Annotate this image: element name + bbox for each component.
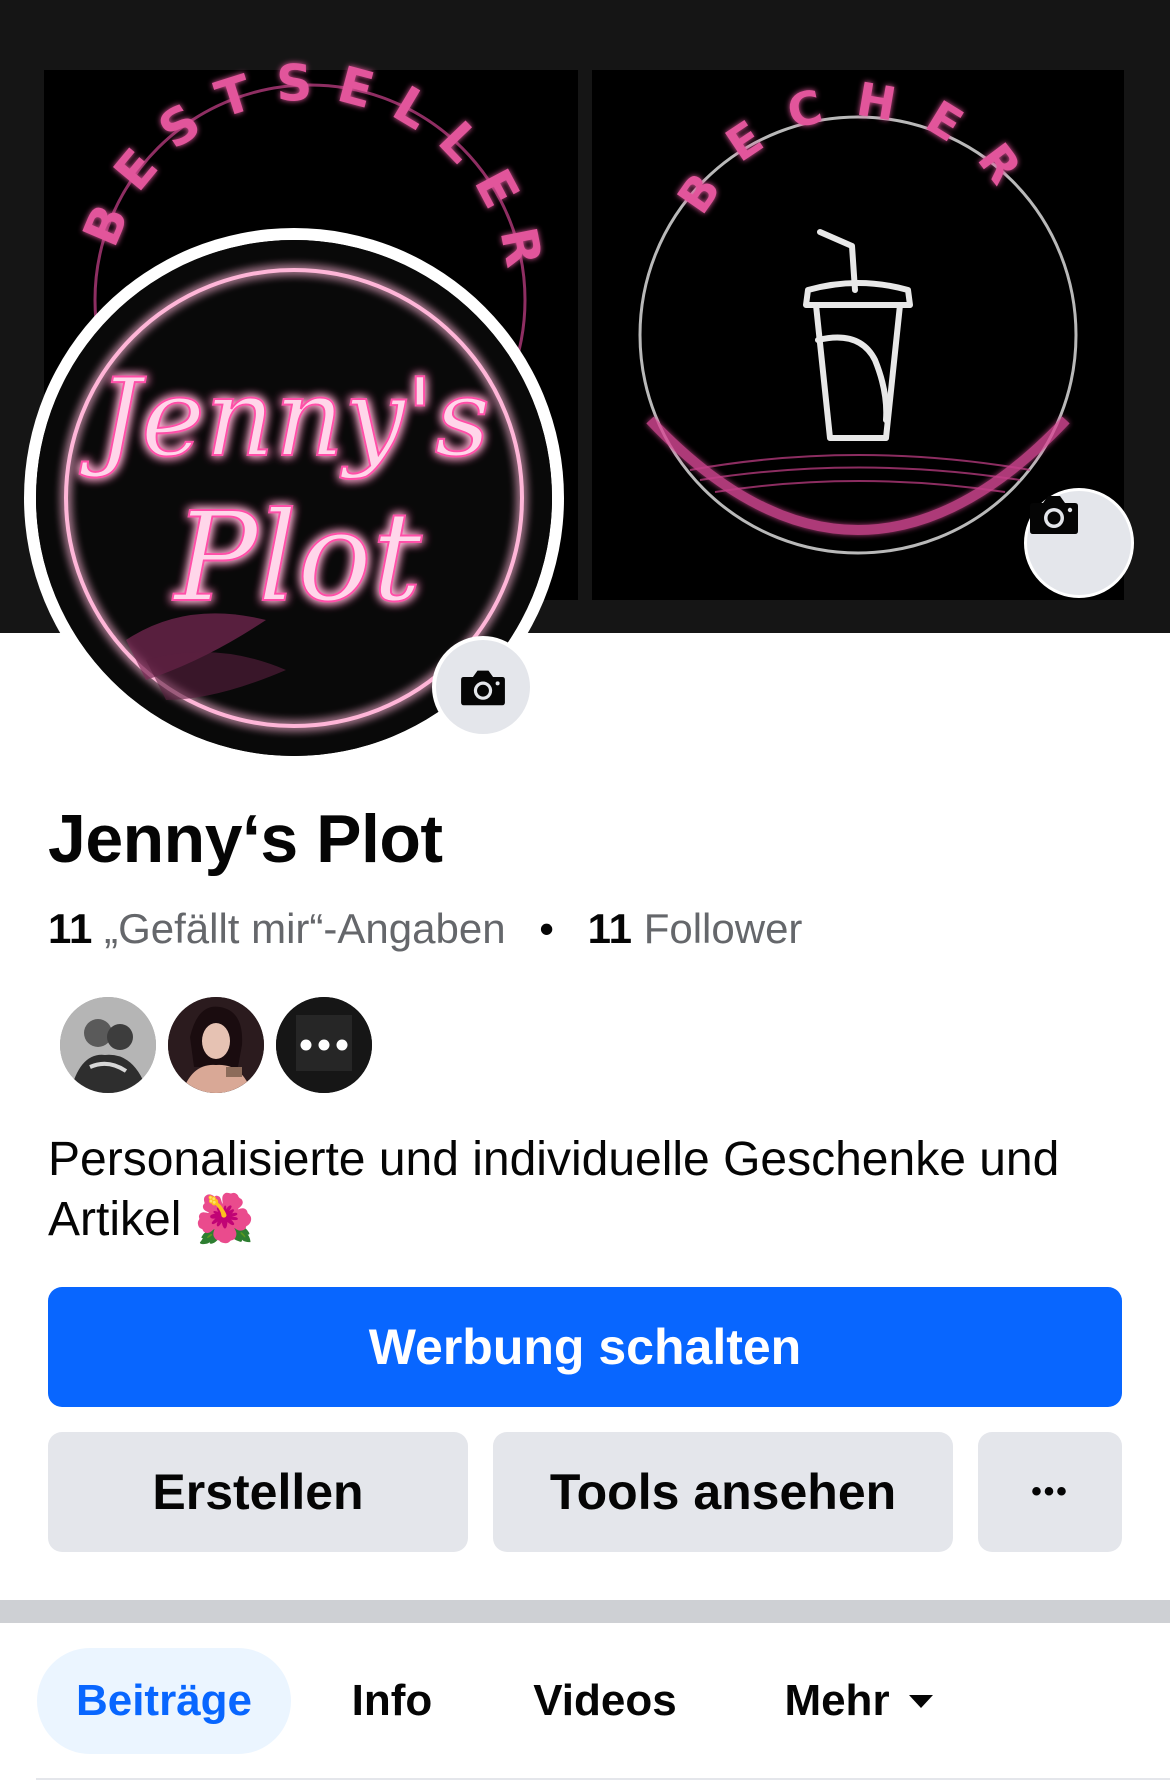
tab-info[interactable]: Info <box>322 1648 462 1754</box>
page-bio: Personalisierte und individuelle Geschen… <box>48 1130 1128 1250</box>
run-ads-button[interactable]: Werbung schalten <box>48 1287 1122 1407</box>
page-title: Jenny‘s Plot <box>48 801 443 877</box>
more-actions-button[interactable]: ••• <box>978 1432 1122 1552</box>
caret-down-icon <box>908 1695 933 1708</box>
profile-logo-line2: Plot <box>172 486 423 630</box>
tab-posts[interactable]: Beiträge <box>37 1648 291 1754</box>
followers-count: 11 <box>587 905 633 952</box>
hibiscus-emoji: 🌺 <box>194 1193 255 1246</box>
profile-camera-button[interactable] <box>432 636 534 738</box>
friend-avatar[interactable] <box>58 995 158 1095</box>
camera-icon <box>461 670 505 706</box>
tab-videos[interactable]: Videos <box>515 1648 695 1754</box>
create-button[interactable]: Erstellen <box>48 1432 468 1552</box>
followers-label[interactable]: Follower <box>644 905 803 952</box>
section-divider <box>0 1600 1170 1623</box>
likes-count: 11 <box>48 905 93 952</box>
more-friends-button[interactable] <box>274 995 374 1095</box>
camera-icon <box>1030 496 1078 534</box>
view-tools-button[interactable]: Tools ansehen <box>493 1432 953 1552</box>
tab-more-label: Mehr <box>784 1676 890 1725</box>
stats-separator: • <box>539 905 554 952</box>
profile-logo-line1: Jenny's <box>79 356 490 481</box>
tabs-bottom-border <box>36 1778 1170 1780</box>
tab-more[interactable]: Mehr <box>760 1648 960 1754</box>
friend-avatar[interactable] <box>166 995 266 1095</box>
more-horizontal-icon <box>276 997 372 1093</box>
page-stats: 11 „Gefällt mir“-Angaben • 11 Follower <box>48 905 802 953</box>
likes-label[interactable]: „Gefällt mir“-Angaben <box>104 905 505 952</box>
cover-camera-button[interactable] <box>1024 488 1134 598</box>
